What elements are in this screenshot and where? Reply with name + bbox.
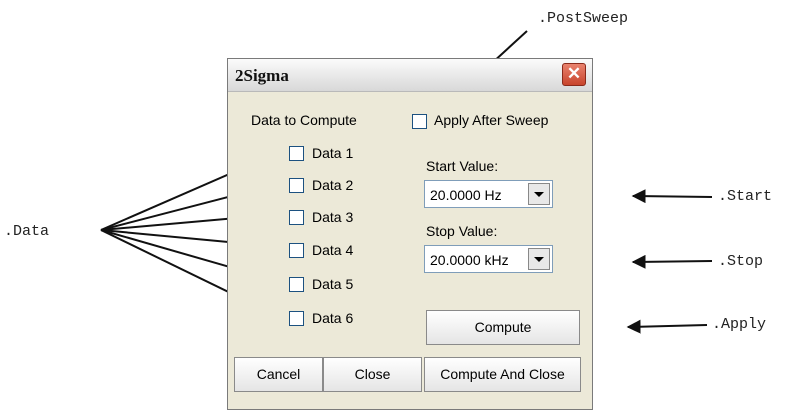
callout-apply: .Apply [712,316,767,333]
data-6-checkbox[interactable] [289,311,304,326]
stop-value-label: Stop Value: [426,223,498,239]
callout-data: .Data [4,223,50,240]
data-3-label: Data 3 [312,209,354,225]
data-2-checkbox[interactable] [289,178,304,193]
arrow-apply [626,319,708,334]
arrow-start [631,189,713,204]
apply-after-sweep-checkbox[interactable] [412,114,427,129]
data-1-checkbox[interactable] [289,146,304,161]
data-4-checkbox[interactable] [289,243,304,258]
data-1-label: Data 1 [312,145,354,161]
callout-postsweep: .PostSweep [538,10,629,27]
chevron-down-icon[interactable] [528,183,550,205]
data-4-label: Data 4 [312,242,354,258]
callout-start: .Start [718,188,773,205]
data-5-label: Data 5 [312,276,354,292]
data-6-label: Data 6 [312,310,354,326]
data-3-checkbox[interactable] [289,210,304,225]
data-2-label: Data 2 [312,177,354,193]
data-to-compute-label: Data to Compute [251,112,357,128]
callout-stop: .Stop [718,253,764,270]
start-value-label: Start Value: [426,158,499,174]
stop-value-select[interactable]: 20.0000 kHz [424,245,553,273]
dialog-2sigma: 2Sigma ✕ Data to Compute Apply After Swe… [227,58,593,410]
close-icon[interactable]: ✕ [562,63,586,86]
start-value-text: 20.0000 Hz [430,187,502,203]
window-title: 2Sigma [235,66,289,85]
data-5-checkbox[interactable] [289,277,304,292]
cancel-button[interactable]: Cancel [234,357,323,392]
start-value-select[interactable]: 20.0000 Hz [424,180,553,208]
arrow-stop [631,254,713,269]
title-bar: 2Sigma ✕ [228,59,592,92]
compute-and-close-button[interactable]: Compute And Close [424,357,581,392]
close-button[interactable]: Close [323,357,422,392]
stop-value-text: 20.0000 kHz [430,252,509,268]
compute-button[interactable]: Compute [426,310,580,345]
chevron-down-icon[interactable] [528,248,550,270]
apply-after-sweep-label: Apply After Sweep [434,112,549,128]
